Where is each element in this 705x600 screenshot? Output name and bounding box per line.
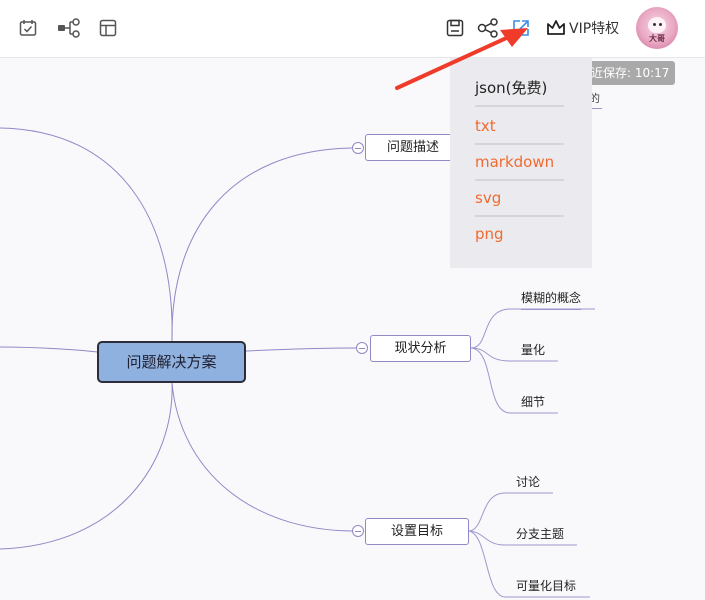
leaf-node[interactable]: 讨论	[516, 473, 540, 493]
root-node[interactable]: 问题解决方案	[97, 341, 246, 383]
top-toolbar: VIP特权 大哥	[0, 0, 705, 58]
save-icon[interactable]	[443, 16, 467, 40]
vip-label: VIP特权	[569, 21, 620, 37]
layout-icon[interactable]	[96, 16, 120, 40]
leaf-node[interactable]: 可量化目标	[516, 577, 576, 597]
calendar-check-icon[interactable]	[16, 16, 40, 40]
branch-node-problem[interactable]: 问题描述	[365, 134, 461, 161]
leaf-node[interactable]: 量化	[521, 341, 545, 361]
export-icon[interactable]	[509, 16, 533, 40]
avatar[interactable]: 大哥	[636, 7, 678, 49]
collapse-toggle-analysis[interactable]	[356, 342, 368, 354]
export-json-item[interactable]: json(免费)	[475, 71, 564, 107]
save-status: 近保存: 10:17	[588, 61, 675, 85]
collapse-toggle-problem[interactable]	[352, 142, 364, 154]
leaf-node[interactable]: 分支主题	[516, 525, 564, 545]
leaf-node[interactable]: 模糊的概念	[521, 289, 582, 310]
crown-icon	[547, 20, 565, 35]
leaf-node[interactable]: 细节	[521, 393, 545, 413]
export-png-item[interactable]: png	[475, 217, 564, 251]
collapse-toggle-goal[interactable]	[352, 525, 364, 537]
branch-node-analysis[interactable]: 现状分析	[370, 335, 471, 362]
export-menu: json(免费) txt markdown svg png	[450, 57, 592, 268]
structure-icon[interactable]	[56, 16, 82, 40]
export-txt-item[interactable]: txt	[475, 109, 564, 145]
export-markdown-item[interactable]: markdown	[475, 145, 564, 181]
avatar-label: 大哥	[649, 34, 665, 43]
export-svg-item[interactable]: svg	[475, 181, 564, 217]
branch-node-goal[interactable]: 设置目标	[365, 518, 469, 545]
vip-button[interactable]: VIP特权	[546, 17, 619, 39]
save-status-text: 近保存: 10:17	[591, 66, 670, 80]
share-icon[interactable]	[476, 16, 500, 40]
